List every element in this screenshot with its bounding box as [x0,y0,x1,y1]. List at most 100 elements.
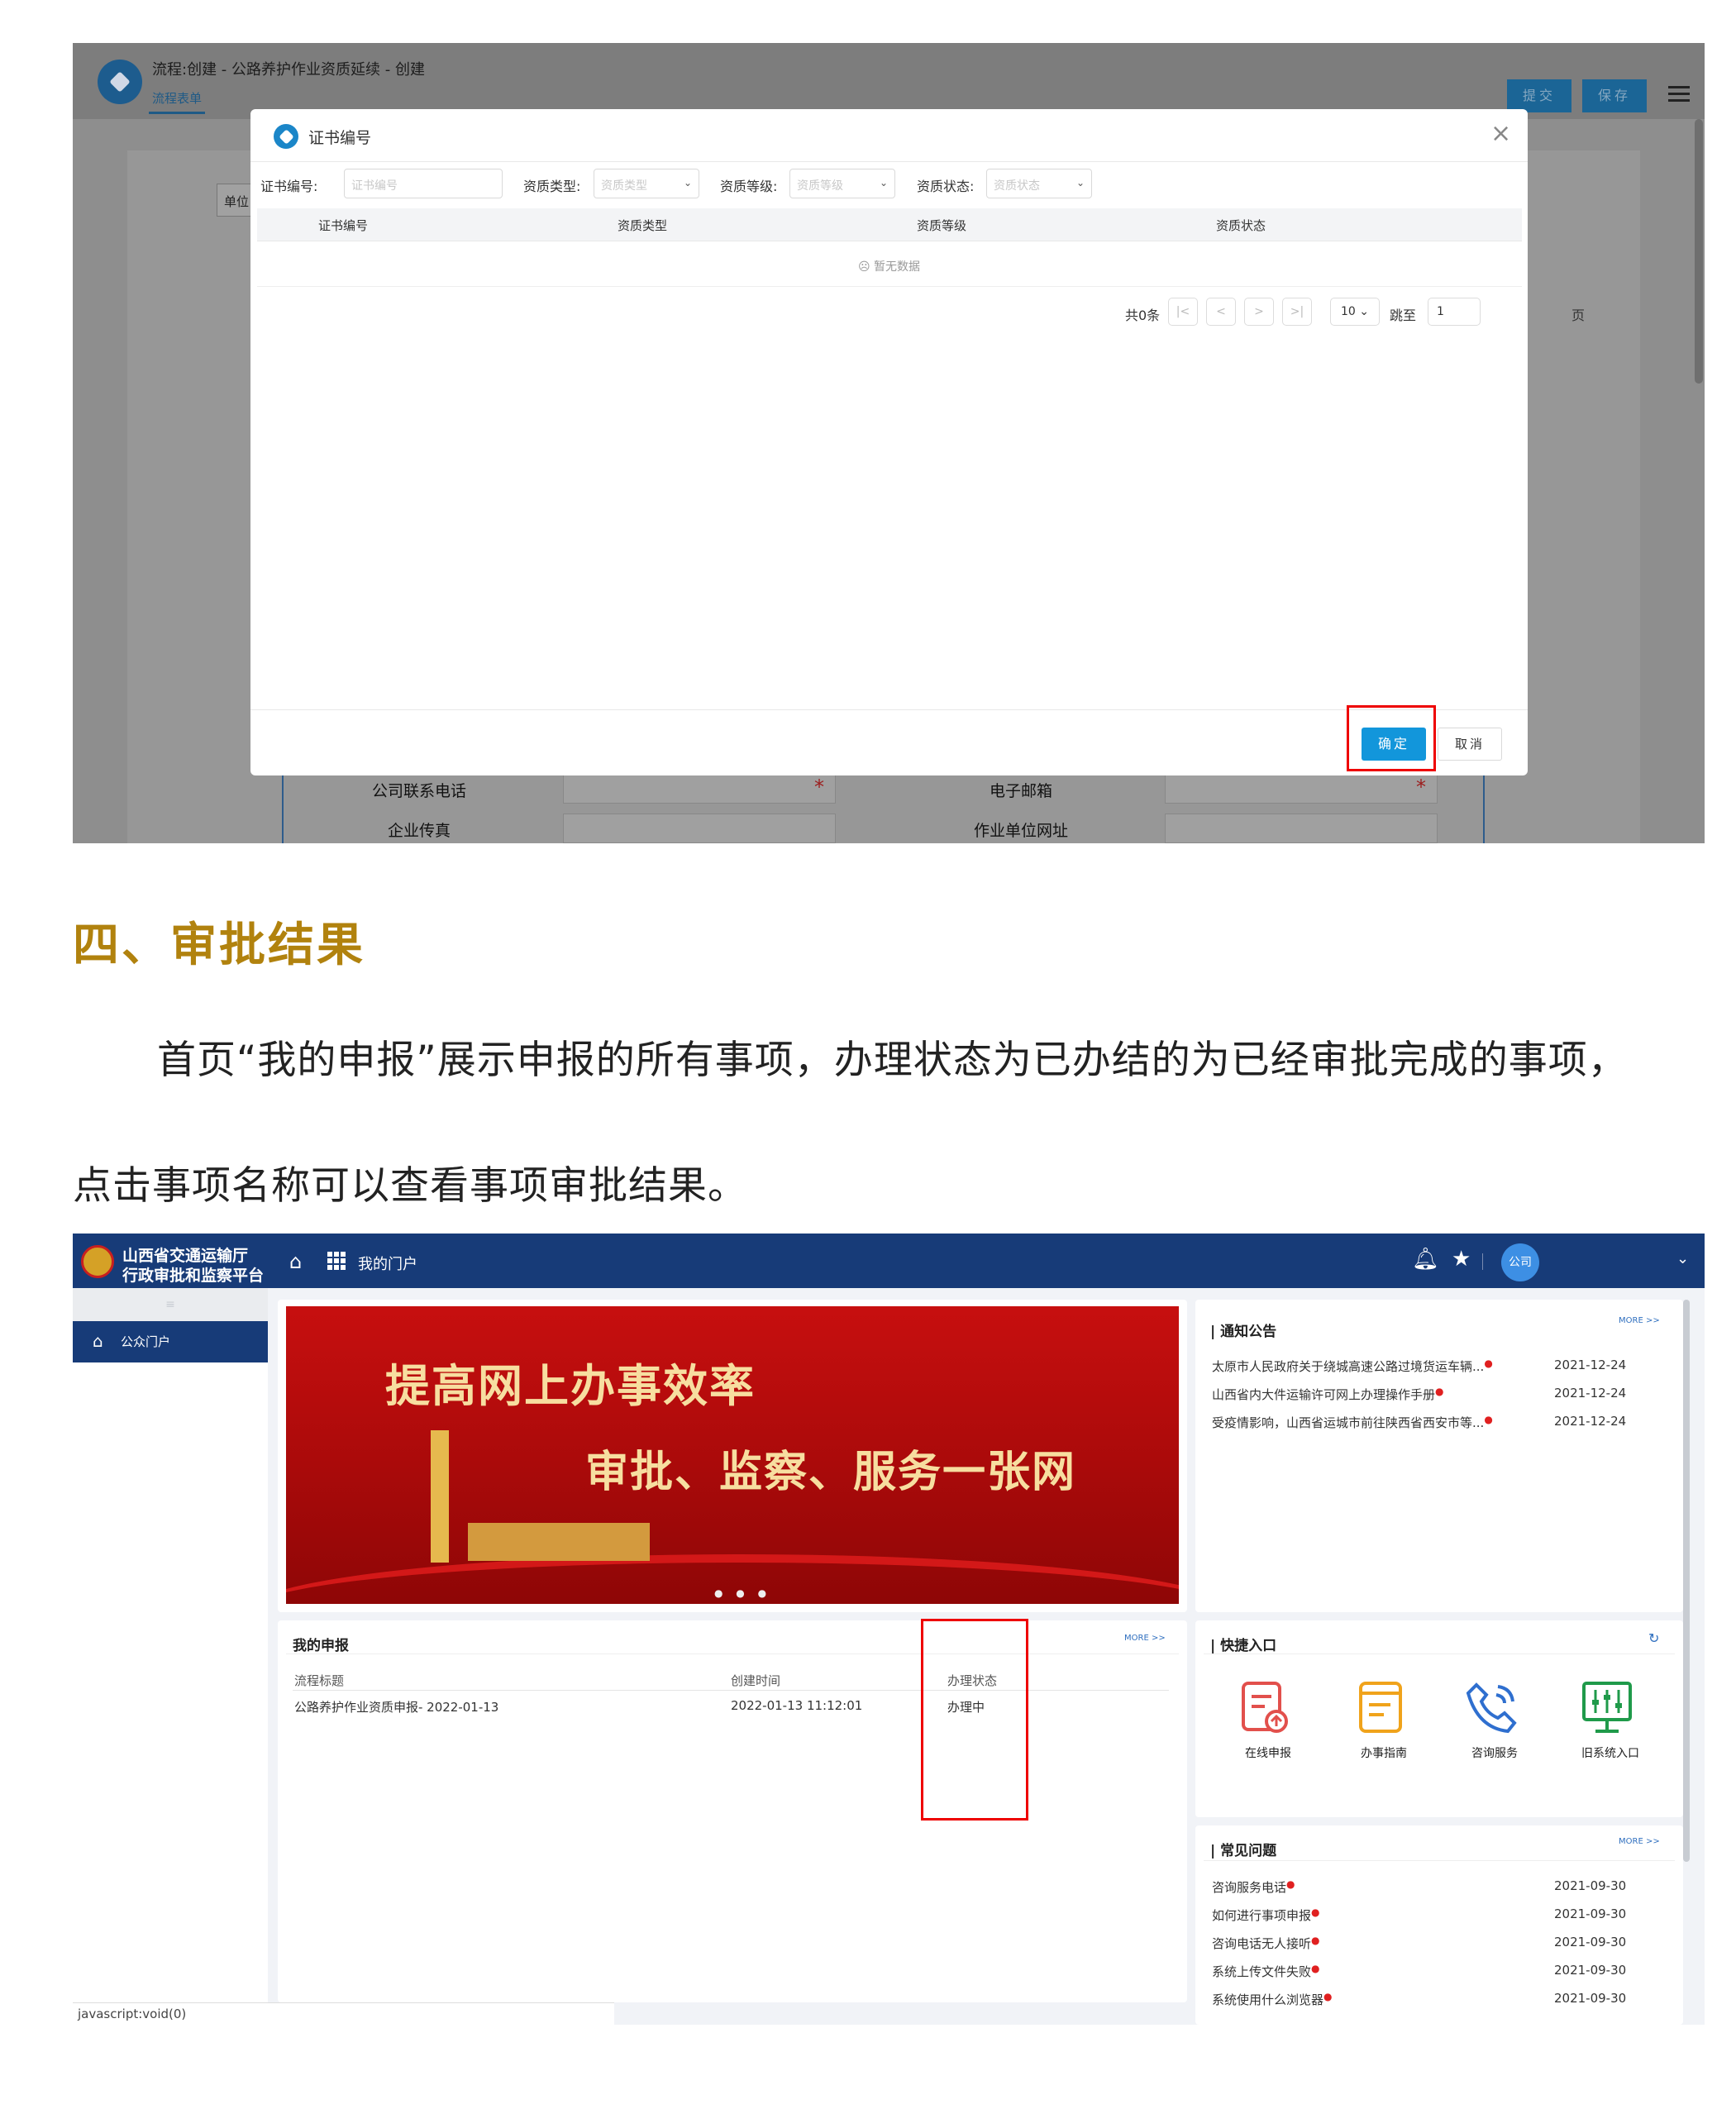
more-link[interactable]: MORE >> [1124,1634,1166,1643]
faq-text: 咨询服务电话 [1212,1880,1287,1895]
page-scrollbar[interactable] [1695,119,1703,384]
chevron-down-icon: ⌄ [1359,305,1369,318]
highlight-box [921,1619,1028,1821]
prev-page-button[interactable]: < [1206,298,1236,326]
bell-icon[interactable]: 🔔︎ [1412,1247,1439,1272]
faq-text: 如何进行事项申报 [1212,1908,1312,1923]
column-header: 流程标题 [294,1673,345,1688]
column-header: 资质状态 [1216,218,1266,233]
divider [250,161,1528,162]
qual-level-select[interactable]: 资质等级 ⌄ [789,169,895,198]
qual-level-placeholder: 资质等级 [797,179,843,193]
website-input[interactable] [1165,814,1438,843]
qual-level-label: 资质等级: [720,179,778,194]
notice-item[interactable]: 太原市人民政府关于绕城高速公路过境货运车辆...● [1212,1358,1493,1375]
report-title-link[interactable]: 公路养护作业资质申报- 2022-01-13 [294,1698,498,1716]
last-page-button[interactable]: >| [1282,298,1312,326]
refresh-icon[interactable]: ↻ [1648,1630,1659,1646]
jump-page-input[interactable]: 1 [1428,298,1481,326]
quick-label: 咨询服务 [1471,1747,1518,1760]
screenshot-form-dialog: 流程:创建 - 公路养护作业资质延续 - 创建 流程表单 提交 保存 单位 公司… [73,43,1705,843]
tab-process-form[interactable]: 流程表单 [149,89,206,114]
star-icon[interactable]: ★ [1452,1247,1471,1272]
save-button[interactable]: 保存 [1582,79,1647,112]
chevron-down-icon[interactable]: ⌄ [1676,1250,1689,1267]
submit-button[interactable]: 提交 [1507,79,1571,112]
old-system-icon[interactable] [1577,1678,1637,1738]
chevron-down-icon: ⌄ [1075,177,1085,188]
cancel-button[interactable]: 取消 [1438,728,1502,761]
first-page-button[interactable]: |< [1168,298,1198,326]
fax-label: 企业传真 [387,822,451,840]
faq-item[interactable]: 系统使用什么浏览器● [1212,1991,1333,2008]
nav-my-portal[interactable]: 我的门户 [358,1253,417,1274]
panel-title: | 通知公告 [1210,1324,1277,1340]
avatar[interactable]: 公司 [1501,1243,1539,1281]
online-apply-icon[interactable] [1235,1678,1295,1738]
notice-text: 受疫情影响，山西省运城市前往陕西省西安市等... [1212,1415,1485,1430]
table-header [257,208,1522,241]
quick-label: 在线申报 [1245,1747,1291,1760]
notice-text: 太原市人民政府关于绕城高速公路过境货运车辆... [1212,1359,1485,1374]
screenshot-portal: 山西省交通运输厅 行政审批和监察平台 ⌂ 我的门户 🔔︎ ★ 公司 ⌄ ≡ 公众… [73,1234,1705,2025]
qual-type-label: 资质类型: [523,179,581,194]
jump-label: 跳至 [1390,308,1417,323]
total-count: 共0条 [1125,308,1161,323]
banner-slogan: 审批、监察、服务一张网 [585,1447,1077,1497]
page-unit: 页 [1571,308,1586,323]
process-title: 流程:创建 - 公路养护作业资质延续 - 创建 [152,61,425,79]
notice-item[interactable]: 受疫情影响，山西省运城市前往陕西省西安市等...● [1212,1414,1493,1431]
qual-status-label: 资质状态: [917,179,975,194]
email-input[interactable] [1165,774,1438,804]
dialog-icon [274,124,298,149]
faq-item[interactable]: 系统上传文件失败● [1212,1963,1320,1980]
guide-icon[interactable] [1351,1678,1410,1738]
process-header [73,43,1705,119]
cert-no-input[interactable]: 证书编号 [344,169,503,198]
notice-date: 2021-12-24 [1554,1414,1627,1429]
divider [293,1690,1169,1691]
new-dot: ● [1311,1935,1320,1946]
close-icon[interactable]: × [1490,117,1511,150]
more-link[interactable]: MORE >> [1619,1837,1660,1846]
company-info-table: 公司联系电话 * 电子邮箱 * 企业传真 作业单位网址 [282,771,1485,843]
notices-title: 通知公告 [1220,1324,1277,1340]
browser-status-bar: javascript:void(0) [73,2002,614,2025]
phone-icon[interactable] [1462,1678,1521,1738]
qual-status-select[interactable]: 资质状态 ⌄ [986,169,1092,198]
page-size-select[interactable]: 10 ⌄ [1330,298,1380,326]
notice-item[interactable]: 山西省内大件运输许可网上办理操作手册● [1212,1386,1444,1403]
divider [1482,1253,1483,1270]
brand-line: 山西省交通运输厅 [122,1247,249,1265]
website-label: 作业单位网址 [973,822,1068,840]
faq-item[interactable]: 如何进行事项申报● [1212,1906,1320,1924]
empty-state: ☹ 暂无数据 [857,260,921,274]
page-size-value: 10 [1340,305,1356,318]
faq-item[interactable]: 咨询电话无人接听● [1212,1935,1320,1952]
new-dot: ● [1484,1414,1493,1425]
banner-carousel[interactable]: 提高网上办事效率 审批、监察、服务一张网 ● ● ● [286,1306,1179,1604]
column-header: 创建时间 [731,1673,781,1688]
column-header: 资质等级 [917,218,967,233]
menu-list-icon[interactable] [1668,86,1690,104]
banner-slogan: 提高网上办事效率 [385,1359,756,1412]
page-scrollbar[interactable] [1683,1300,1690,1862]
new-dot: ● [1311,1906,1320,1918]
fax-input[interactable] [563,814,836,843]
home-icon[interactable]: ⌂ [289,1250,302,1273]
chevron-down-icon: ⌄ [879,177,888,188]
quick-title: 快捷入口 [1220,1638,1277,1654]
faq-date: 2021-09-30 [1554,1991,1627,2006]
qual-type-select[interactable]: 资质类型 ⌄ [594,169,699,198]
faq-item[interactable]: 咨询服务电话● [1212,1878,1295,1896]
next-page-button[interactable]: > [1244,298,1274,326]
sidebar-collapse-toggle[interactable]: ≡ [73,1288,268,1321]
section-heading: 四、审批结果 [73,919,365,972]
new-dot: ● [1311,1963,1320,1974]
dialog-title: 证书编号 [308,129,372,147]
more-link[interactable]: MORE >> [1619,1316,1660,1325]
apps-grid-icon[interactable] [327,1252,346,1270]
email-label: 电子邮箱 [989,782,1052,800]
carousel-dots[interactable]: ● ● ● [714,1587,771,1599]
phone-input[interactable] [563,774,836,804]
